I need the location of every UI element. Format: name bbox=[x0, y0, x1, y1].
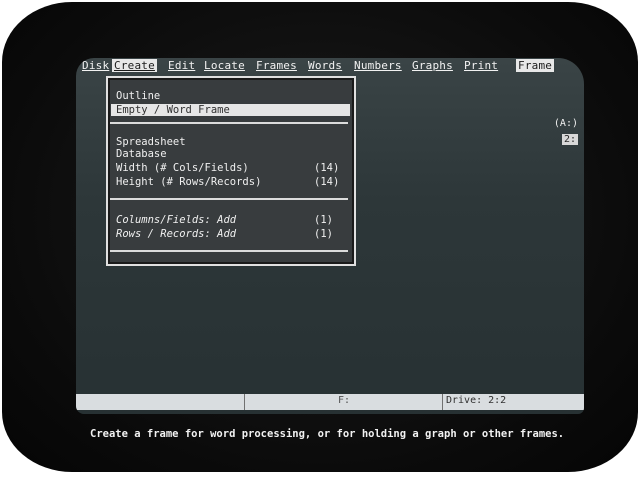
menu-edit[interactable]: Edit bbox=[168, 59, 195, 72]
menu-item-spreadsheet[interactable]: Spreadsheet bbox=[116, 136, 186, 148]
menu-words[interactable]: Words bbox=[308, 59, 342, 72]
menu-print[interactable]: Print bbox=[464, 59, 498, 72]
menu-disk[interactable]: Disk bbox=[82, 59, 109, 72]
menu-frames[interactable]: Frames bbox=[256, 59, 297, 72]
status-bar: F: Drive: 2:2 bbox=[76, 394, 584, 410]
width-value: (14) bbox=[314, 162, 340, 174]
status-drive: Drive: 2:2 bbox=[446, 395, 507, 406]
status-divider bbox=[442, 394, 443, 410]
crt-screen: Disk Create Edit Locate Frames Words Num… bbox=[76, 58, 584, 414]
menu-item-height[interactable]: Height (# Rows/Records) bbox=[116, 176, 261, 188]
menu-item-outline[interactable]: Outline bbox=[116, 90, 160, 102]
menu-divider bbox=[110, 122, 348, 124]
menu-graphs[interactable]: Graphs bbox=[412, 59, 453, 72]
columns-add-value: (1) bbox=[314, 214, 333, 226]
menu-numbers[interactable]: Numbers bbox=[354, 59, 402, 72]
status-divider bbox=[244, 394, 245, 410]
drive-b-indicator: 2: bbox=[561, 134, 578, 145]
help-prompt-line: Create a frame for word processing, or f… bbox=[90, 428, 565, 440]
monitor-bezel: Disk Create Edit Locate Frames Words Num… bbox=[2, 2, 638, 472]
menu-item-database[interactable]: Database bbox=[116, 148, 167, 160]
height-value: (14) bbox=[314, 176, 340, 188]
rows-add-value: (1) bbox=[314, 228, 333, 240]
drive-a-indicator: (A:) bbox=[553, 118, 578, 129]
menu-bar: Disk Create Edit Locate Frames Words Num… bbox=[76, 58, 584, 72]
create-menu-dropdown: Outline Empty / Word Frame Spreadsheet D… bbox=[106, 76, 356, 266]
menu-item-width[interactable]: Width (# Cols/Fields) bbox=[116, 162, 249, 174]
menu-divider bbox=[110, 250, 348, 252]
menu-item-columns-add[interactable]: Columns/Fields: Add bbox=[116, 214, 236, 226]
menu-divider bbox=[110, 198, 348, 200]
menu-item-empty-word-frame[interactable]: Empty / Word Frame bbox=[111, 104, 350, 116]
status-f-label: F: bbox=[338, 395, 351, 406]
menu-frame-indicator: Frame bbox=[516, 59, 555, 72]
menu-locate[interactable]: Locate bbox=[204, 59, 245, 72]
menu-item-rows-add[interactable]: Rows / Records: Add bbox=[116, 228, 236, 240]
menu-create[interactable]: Create bbox=[112, 59, 157, 72]
